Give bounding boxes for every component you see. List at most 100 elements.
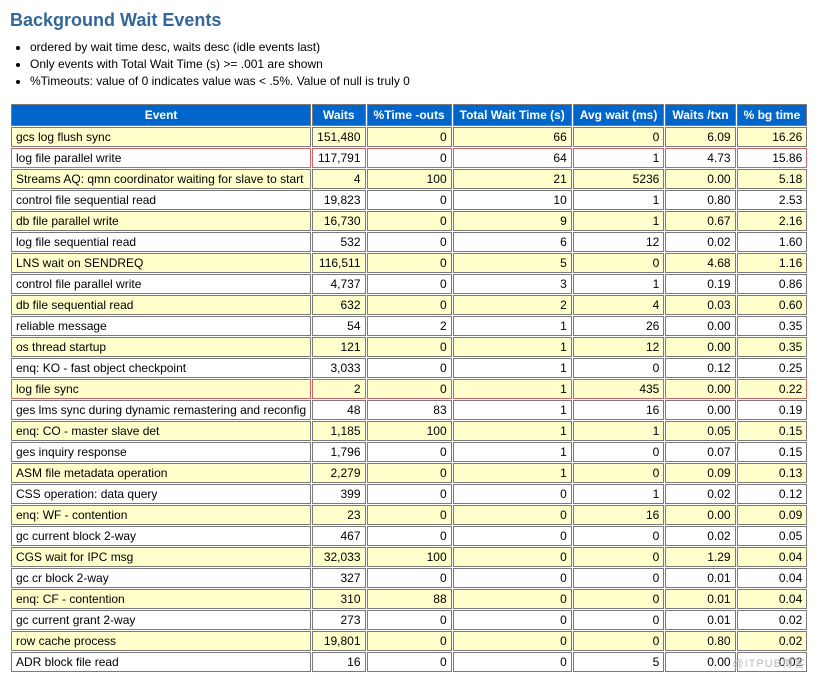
cell-total: 3 xyxy=(453,274,572,294)
table-row: Streams AQ: qmn coordinator waiting for … xyxy=(11,169,807,189)
cell-wtxn: 0.00 xyxy=(665,505,735,525)
cell-bg: 0.12 xyxy=(737,484,808,504)
cell-total: 64 xyxy=(453,148,572,168)
cell-wtxn: 0.00 xyxy=(665,337,735,357)
cell-bg: 0.04 xyxy=(737,547,808,567)
cell-event: enq: KO - fast object checkpoint xyxy=(11,358,311,378)
cell-waits: 532 xyxy=(312,232,365,252)
cell-timeouts: 0 xyxy=(367,190,452,210)
cell-avg: 1 xyxy=(573,484,665,504)
col-bg: % bg time xyxy=(737,104,808,126)
table-row: row cache process19,8010000.800.02 xyxy=(11,631,807,651)
cell-event: CSS operation: data query xyxy=(11,484,311,504)
cell-avg: 1 xyxy=(573,421,665,441)
cell-avg: 16 xyxy=(573,400,665,420)
cell-total: 0 xyxy=(453,631,572,651)
table-row: log file parallel write117,79106414.7315… xyxy=(11,148,807,168)
cell-event: gcs log flush sync xyxy=(11,127,311,147)
cell-timeouts: 83 xyxy=(367,400,452,420)
cell-bg: 2.53 xyxy=(737,190,808,210)
table-row: ASM file metadata operation2,2790100.090… xyxy=(11,463,807,483)
cell-waits: 4 xyxy=(312,169,365,189)
watermark: @ITPUB博客 xyxy=(732,655,806,671)
cell-timeouts: 0 xyxy=(367,442,452,462)
cell-wtxn: 0.01 xyxy=(665,589,735,609)
cell-wtxn: 0.02 xyxy=(665,232,735,252)
cell-wtxn: 0.12 xyxy=(665,358,735,378)
table-row: CGS wait for IPC msg32,033100001.290.04 xyxy=(11,547,807,567)
table-row: enq: KO - fast object checkpoint3,033010… xyxy=(11,358,807,378)
cell-waits: 121 xyxy=(312,337,365,357)
cell-total: 1 xyxy=(453,442,572,462)
cell-waits: 2,279 xyxy=(312,463,365,483)
cell-total: 1 xyxy=(453,421,572,441)
cell-avg: 0 xyxy=(573,589,665,609)
cell-total: 0 xyxy=(453,484,572,504)
cell-waits: 16 xyxy=(312,652,365,672)
cell-timeouts: 100 xyxy=(367,421,452,441)
cell-bg: 0.19 xyxy=(737,400,808,420)
table-row: db file parallel write16,7300910.672.16 xyxy=(11,211,807,231)
col-waits: Waits xyxy=(312,104,365,126)
cell-timeouts: 0 xyxy=(367,253,452,273)
table-row: reliable message5421260.000.35 xyxy=(11,316,807,336)
col-event: Event xyxy=(11,104,311,126)
cell-event: log file sequential read xyxy=(11,232,311,252)
cell-waits: 32,033 xyxy=(312,547,365,567)
cell-avg: 0 xyxy=(573,127,665,147)
table-row: ges lms sync during dynamic remastering … xyxy=(11,400,807,420)
cell-timeouts: 0 xyxy=(367,484,452,504)
cell-waits: 19,801 xyxy=(312,631,365,651)
cell-event: ASM file metadata operation xyxy=(11,463,311,483)
cell-avg: 26 xyxy=(573,316,665,336)
cell-bg: 0.04 xyxy=(737,568,808,588)
table-row: gc current grant 2-way2730000.010.02 xyxy=(11,610,807,630)
cell-bg: 0.22 xyxy=(737,379,808,399)
cell-bg: 0.35 xyxy=(737,337,808,357)
cell-waits: 16,730 xyxy=(312,211,365,231)
cell-timeouts: 0 xyxy=(367,631,452,651)
cell-timeouts: 0 xyxy=(367,652,452,672)
cell-wtxn: 4.68 xyxy=(665,253,735,273)
cell-event: ges lms sync during dynamic remastering … xyxy=(11,400,311,420)
col-total: Total Wait Time (s) xyxy=(453,104,572,126)
cell-wtxn: 0.19 xyxy=(665,274,735,294)
cell-total: 0 xyxy=(453,610,572,630)
cell-bg: 0.02 xyxy=(737,631,808,651)
cell-event: gc cr block 2-way xyxy=(11,568,311,588)
cell-bg: 0.04 xyxy=(737,589,808,609)
note-item: %Timeouts: value of 0 indicates value wa… xyxy=(30,73,808,90)
cell-total: 10 xyxy=(453,190,572,210)
cell-timeouts: 0 xyxy=(367,148,452,168)
cell-total: 1 xyxy=(453,358,572,378)
cell-event: Streams AQ: qmn coordinator waiting for … xyxy=(11,169,311,189)
cell-bg: 0.86 xyxy=(737,274,808,294)
cell-total: 0 xyxy=(453,547,572,567)
cell-event: CGS wait for IPC msg xyxy=(11,547,311,567)
cell-waits: 1,796 xyxy=(312,442,365,462)
cell-wtxn: 0.00 xyxy=(665,379,735,399)
cell-waits: 310 xyxy=(312,589,365,609)
cell-bg: 2.16 xyxy=(737,211,808,231)
cell-timeouts: 0 xyxy=(367,463,452,483)
cell-bg: 5.18 xyxy=(737,169,808,189)
cell-total: 1 xyxy=(453,463,572,483)
cell-timeouts: 0 xyxy=(367,526,452,546)
cell-total: 0 xyxy=(453,589,572,609)
table-body: gcs log flush sync151,48006606.0916.26lo… xyxy=(11,127,807,672)
cell-bg: 0.13 xyxy=(737,463,808,483)
cell-avg: 1 xyxy=(573,274,665,294)
cell-waits: 116,511 xyxy=(312,253,365,273)
cell-total: 0 xyxy=(453,568,572,588)
cell-total: 0 xyxy=(453,526,572,546)
cell-total: 1 xyxy=(453,337,572,357)
cell-avg: 1 xyxy=(573,148,665,168)
cell-avg: 5 xyxy=(573,652,665,672)
notes-list: ordered by wait time desc, waits desc (i… xyxy=(30,39,808,89)
cell-timeouts: 0 xyxy=(367,232,452,252)
cell-event: log file parallel write xyxy=(11,148,311,168)
cell-event: ges inquiry response xyxy=(11,442,311,462)
cell-waits: 273 xyxy=(312,610,365,630)
wait-events-table: Event Waits %Time -outs Total Wait Time … xyxy=(10,103,808,673)
cell-timeouts: 0 xyxy=(367,337,452,357)
